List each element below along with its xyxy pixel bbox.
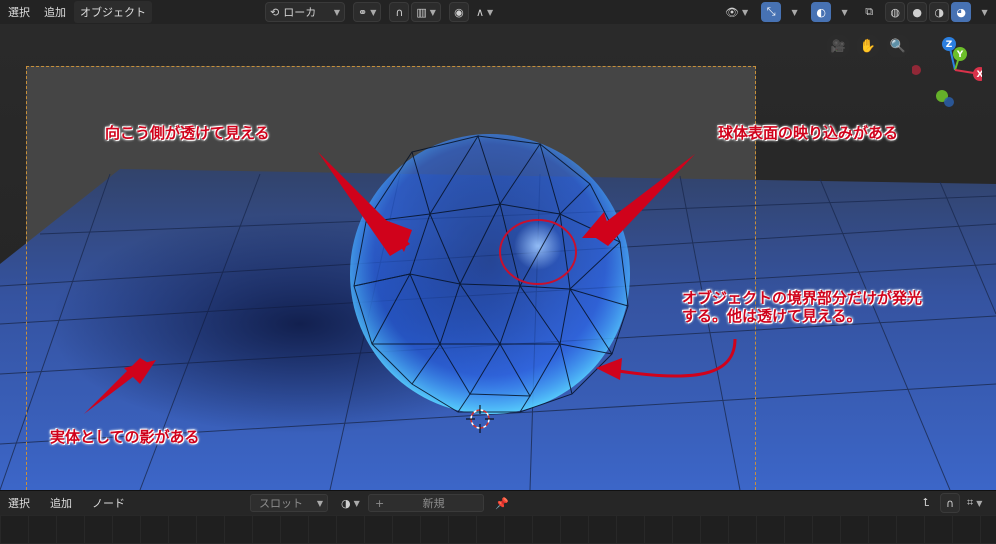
gizmo-dropdown[interactable]: ▼ — [783, 2, 803, 22]
camera-icon: 🎥 — [830, 39, 846, 53]
shading-solid[interactable]: ● — [907, 2, 928, 22]
proportional-edit-toggle[interactable]: ◉ — [448, 2, 469, 22]
annotation-edge-glow-line2: する。他は透けて見える。 — [682, 307, 862, 325]
transform-orientation-group: ⟲ ローカ ▼ ⚭ ▼ ∩ ▥ ▼ ◉ ∧ ▼ — [265, 2, 498, 22]
arrow-up-icon: ⮤ — [922, 496, 930, 509]
plus-icon: + — [375, 496, 385, 510]
zoom-view-button[interactable]: 🔍 — [886, 34, 910, 58]
node-menu-node[interactable]: ノード — [86, 492, 131, 514]
3d-viewport[interactable]: 向こう側が透けて見える 球体表面の映り込みがある オブジェクトの境界部分だけが発… — [0, 24, 996, 490]
gizmo-z-label: Z — [946, 40, 953, 50]
xray-toggle[interactable]: ⧉ — [859, 2, 879, 22]
overlay-dropdown[interactable]: ▼ — [833, 2, 853, 22]
snap-grid-icon: ⌗ — [967, 496, 974, 509]
link-icon: ⚭ — [358, 5, 368, 19]
chevron-down-icon: ▼ — [791, 7, 798, 17]
annotation-edge-glow-line1: オブジェクトの境界部分だけが発光 — [682, 289, 923, 307]
wireframe-sphere-icon: ◍ — [890, 5, 900, 19]
shading-material[interactable]: ◑ — [929, 2, 950, 22]
viewport-display-group: 👁▼ ⤡ ▼ ◐ ▼ ⧉ ◍ ● ◑ ◕ ▼ ❚❚ — [720, 2, 996, 22]
snap-node-toggle[interactable]: ∩ — [940, 493, 960, 513]
orientation-icon: ⟲ — [270, 5, 280, 19]
snap-grid-icon: ▥ — [416, 5, 427, 19]
material-slot-dropdown[interactable]: スロット ▼ — [250, 494, 328, 512]
chevron-down-icon: ▼ — [841, 7, 848, 17]
shading-rendered[interactable]: ◕ — [951, 2, 972, 22]
material-browse-button[interactable]: ◑ ▼ — [336, 493, 365, 513]
pin-button[interactable]: 📌 — [490, 493, 514, 513]
orientation-label: ローカ — [283, 6, 317, 19]
node-snap-dropdown[interactable]: ⌗ ▼ — [962, 493, 987, 513]
magnet-icon: ∩ — [945, 496, 955, 510]
chevron-down-icon: ▼ — [429, 7, 436, 17]
slot-label: スロット — [259, 497, 303, 510]
menu-add[interactable]: 追加 — [38, 1, 72, 23]
shader-editor-header: 選択 追加 ノード スロット ▼ ◑ ▼ + 新規 📌 ⮤ ∩ ⌗ ▼ — [0, 490, 996, 515]
overlay-toggle[interactable]: ◐ — [811, 2, 832, 22]
menu-select[interactable]: 選択 — [2, 1, 36, 23]
parent-node-tree-button[interactable]: ⮤ — [916, 493, 936, 513]
pin-icon: 📌 — [495, 496, 509, 510]
shading-wireframe[interactable]: ◍ — [885, 2, 906, 22]
rendered-sphere-icon: ◕ — [956, 5, 966, 19]
material-sphere-icon: ◑ — [341, 496, 351, 510]
solid-sphere-icon: ● — [912, 5, 922, 19]
xray-icon: ⧉ — [865, 5, 874, 18]
pivot-dropdown[interactable]: ⚭ ▼ — [353, 2, 382, 22]
chevron-down-icon: ▼ — [741, 7, 749, 17]
material-sphere-icon: ◑ — [934, 5, 944, 19]
pan-view-button[interactable]: ✋ — [856, 34, 880, 58]
new-material-label: 新規 — [422, 497, 445, 510]
shading-dropdown[interactable]: ▼ — [973, 2, 993, 22]
visibility-dropdown[interactable]: 👁 ▼ — [720, 2, 753, 22]
chevron-down-icon: ▼ — [487, 7, 494, 17]
transform-orientation-dropdown[interactable]: ⟲ ローカ ▼ — [265, 2, 345, 22]
gizmo-toggle[interactable]: ⤡ — [761, 2, 782, 22]
navigation-gizmo[interactable]: Z Y X — [912, 34, 982, 114]
chevron-down-icon: ▼ — [333, 7, 340, 17]
falloff-dropdown[interactable]: ∧ ▼ — [471, 2, 498, 22]
annotation-see-through: 向こう側が透けて見える — [105, 124, 270, 142]
snap-target-dropdown[interactable]: ▥ ▼ — [411, 2, 441, 22]
chevron-down-icon: ▼ — [981, 7, 988, 17]
proportional-edit-icon: ◉ — [454, 5, 464, 19]
magnet-icon: ∩ — [395, 5, 404, 19]
gizmo-y-label: Y — [956, 50, 964, 60]
gizmo-icon: ⤡ — [766, 5, 776, 18]
snap-toggle[interactable]: ∩ — [389, 2, 410, 22]
menu-object[interactable]: オブジェクト — [74, 1, 152, 23]
eye-icon: 👁 — [725, 5, 739, 19]
chevron-down-icon: ▼ — [370, 7, 377, 17]
annotation-reflection: 球体表面の映り込みがある — [718, 124, 899, 142]
zoom-icon: 🔍 — [889, 38, 907, 54]
new-material-button[interactable]: + 新規 — [368, 494, 484, 512]
node-menu-select[interactable]: 選択 — [2, 492, 36, 514]
chevron-down-icon: ▼ — [976, 498, 983, 508]
node-editor-canvas[interactable] — [0, 515, 996, 544]
chevron-down-icon: ▼ — [316, 498, 323, 508]
hand-icon: ✋ — [859, 38, 877, 54]
chevron-down-icon: ▼ — [353, 498, 360, 508]
node-menu-add[interactable]: 追加 — [44, 492, 78, 514]
viewport-header: 選択 追加 オブジェクト ⟲ ローカ ▼ ⚭ ▼ ∩ ▥ ▼ ◉ ∧ ▼ 👁 ▼ ⤡ ▼ — [0, 0, 996, 24]
annotation-shadow: 実体としての影がある — [50, 428, 200, 446]
falloff-curve-icon: ∧ — [475, 5, 484, 19]
gizmo-x-label: X — [977, 70, 982, 80]
camera-view-button[interactable]: 🎥 — [826, 34, 850, 58]
overlay-icon: ◐ — [816, 5, 826, 19]
